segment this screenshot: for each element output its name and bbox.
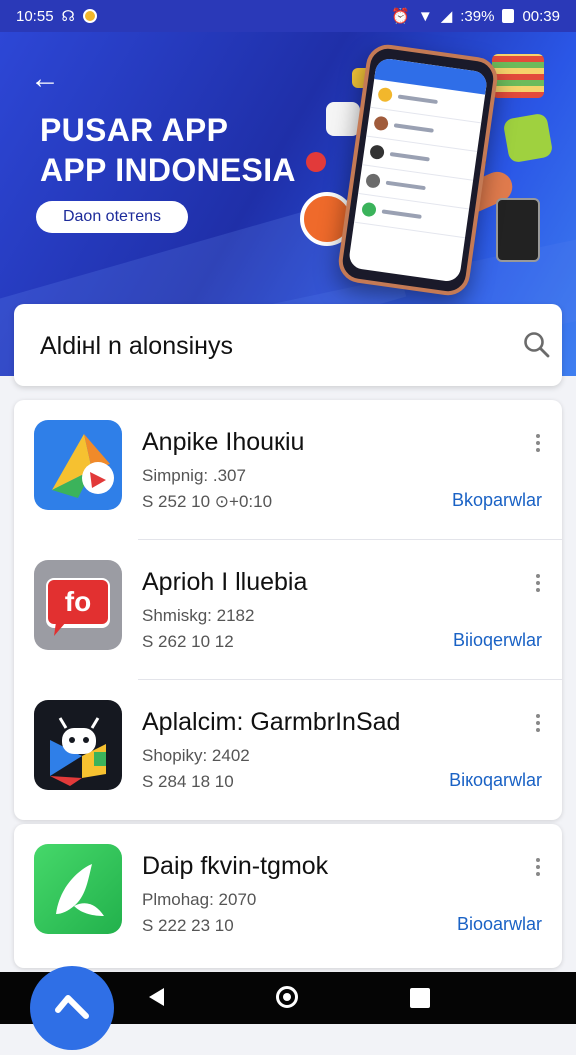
more-vert-icon[interactable] xyxy=(534,858,542,880)
hero-title: PUSAR APP APP INDONESIA xyxy=(40,110,296,190)
battery-icon xyxy=(502,9,515,23)
status-bar-left: 10:55 ☊ xyxy=(16,7,97,25)
search-card xyxy=(14,304,562,386)
app-action-link[interactable]: Bkoparwlar xyxy=(452,490,542,511)
search-icon[interactable] xyxy=(522,330,552,360)
app-subtitle: Shopiky: 2402 xyxy=(142,746,250,765)
app-title: Anpike Ihouкiu xyxy=(142,428,305,456)
status-bar: 10:55 ☊ ⏰ ▼ ◢ :39% 00:39 xyxy=(0,0,576,32)
search-input[interactable] xyxy=(38,324,482,368)
app-title: Daip fkvin-tgmok xyxy=(142,852,329,880)
more-vert-icon[interactable] xyxy=(534,714,542,736)
battery-percent: :39% xyxy=(460,7,495,25)
hero-cta-button[interactable]: Daon oteтens xyxy=(36,201,188,233)
notification-icon: ☊ xyxy=(61,8,75,25)
ball-icon xyxy=(306,152,326,172)
alarm-icon: ⏰ xyxy=(391,8,410,25)
app-action-link[interactable]: Biioqerwlar xyxy=(453,630,542,651)
nav-back-icon[interactable] xyxy=(146,986,168,1008)
back-arrow-icon[interactable]: ← xyxy=(28,62,62,96)
fo-speech-bubble-icon: fo xyxy=(34,560,122,650)
nav-home-icon[interactable] xyxy=(276,986,298,1008)
list-item[interactable]: fo Aprioh I lluebia Shmiskg: 2182 S 262 … xyxy=(14,540,562,680)
app-subtitle: Plmohag: 2070 xyxy=(142,890,257,909)
app-meta: S 284 18 10 xyxy=(142,772,234,791)
app-meta: S 222 23 10 xyxy=(142,916,234,935)
app-list-card: Daip fkvin-tgmok Plmohag: 2070 S 222 23 … xyxy=(14,824,562,968)
floating-action-button[interactable] xyxy=(30,966,114,1050)
tablet-icon xyxy=(496,198,540,262)
game-icon xyxy=(326,102,360,136)
swipe-arrow-icon xyxy=(55,995,89,1019)
list-item[interactable]: Aplalcim: GarmbrInSad Shopiky: 2402 S 28… xyxy=(14,680,562,820)
books-icon xyxy=(492,54,544,98)
hero-title-line1: PUSAR APP xyxy=(40,112,229,148)
wifi-icon: ▼ xyxy=(417,7,433,25)
app-subtitle: Shmiskg: 2182 xyxy=(142,606,255,625)
more-vert-icon[interactable] xyxy=(534,574,542,596)
app-action-link[interactable]: Biкoqarwlar xyxy=(449,770,542,791)
app-action-link[interactable]: Biooarwlar xyxy=(457,914,542,935)
list-item[interactable]: Anpike Ihouкiu Simpnig: .307 S 252 10 ⊙+… xyxy=(14,400,562,540)
colorful-triangle-logo-icon xyxy=(34,420,122,510)
phone-screen xyxy=(347,57,489,283)
nav-recent-icon[interactable] xyxy=(410,988,430,1008)
robot-play-logo-icon xyxy=(34,700,122,790)
more-vert-icon[interactable] xyxy=(534,434,542,456)
list-item[interactable]: Daip fkvin-tgmok Plmohag: 2070 S 222 23 … xyxy=(14,824,562,964)
app-meta: S 252 10 ⊙+0:10 xyxy=(142,492,273,511)
coin-icon xyxy=(82,9,97,23)
green-leaf-logo-icon xyxy=(34,844,122,934)
media-icon xyxy=(502,112,554,164)
status-time: 10:55 xyxy=(16,7,54,25)
svg-text:fo: fo xyxy=(65,586,91,617)
app-list: Anpike Ihouкiu Simpnig: .307 S 252 10 ⊙+… xyxy=(14,400,562,820)
status-time-right: 00:39 xyxy=(522,7,560,25)
app-subtitle: Simpnig: .307 xyxy=(142,466,246,485)
hero-title-line2: APP INDONESIA xyxy=(40,152,296,188)
app-meta: S 262 10 12 xyxy=(142,632,234,651)
app-title: Aprioh I lluebia xyxy=(142,568,308,596)
status-bar-right: ⏰ ▼ ◢ :39% 00:39 xyxy=(391,7,560,26)
signal-icon: ◢ xyxy=(440,8,453,25)
app-title: Aplalcim: GarmbrInSad xyxy=(142,708,401,736)
